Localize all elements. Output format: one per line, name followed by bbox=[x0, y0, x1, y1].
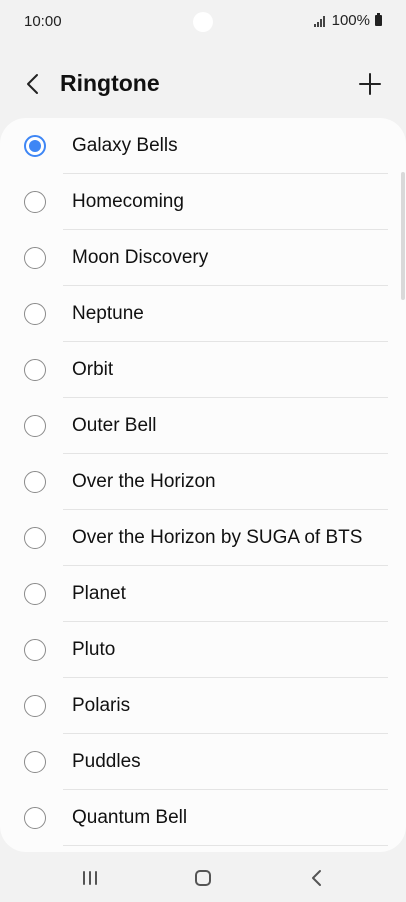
ringtone-label: Polaris bbox=[72, 695, 131, 716]
radio-button[interactable] bbox=[24, 527, 46, 549]
radio-button[interactable] bbox=[24, 303, 46, 325]
recent-apps-icon bbox=[83, 871, 97, 885]
ringtone-list: Galaxy Bells Homecoming Moon Discovery N… bbox=[0, 118, 406, 852]
app-header: Ringtone bbox=[0, 56, 406, 114]
list-item[interactable]: Puddles bbox=[0, 734, 406, 790]
list-item[interactable]: Planet bbox=[0, 566, 406, 622]
page-title: Ringtone bbox=[60, 70, 160, 96]
signal-icon bbox=[313, 15, 328, 27]
list-item[interactable]: Polaris bbox=[0, 678, 406, 734]
battery-icon bbox=[375, 13, 382, 26]
radio-button[interactable] bbox=[24, 191, 46, 213]
back-button[interactable] bbox=[18, 68, 50, 100]
home-icon bbox=[195, 870, 211, 886]
status-bar: 10:00 100% bbox=[0, 0, 406, 44]
ringtone-label: Pluto bbox=[72, 639, 116, 660]
chevron-left-icon bbox=[27, 74, 38, 94]
battery-percent: 100% bbox=[331, 12, 370, 29]
radio-button[interactable] bbox=[24, 415, 46, 437]
radio-button[interactable] bbox=[24, 583, 46, 605]
list-item[interactable]: Orbit bbox=[0, 342, 406, 398]
back-icon bbox=[312, 870, 321, 886]
nav-back-button[interactable] bbox=[299, 862, 335, 894]
home-button[interactable] bbox=[185, 862, 221, 894]
list-item[interactable]: Pluto bbox=[0, 622, 406, 678]
divider bbox=[63, 845, 388, 846]
ringtone-label: Over the Horizon bbox=[72, 471, 216, 492]
scrollbar[interactable] bbox=[401, 172, 405, 300]
radio-button[interactable] bbox=[24, 359, 46, 381]
ringtone-label: Moon Discovery bbox=[72, 247, 209, 268]
radio-button[interactable] bbox=[24, 471, 46, 493]
camera-cutout bbox=[193, 12, 213, 32]
navigation-bar bbox=[0, 852, 406, 902]
ringtone-label: Outer Bell bbox=[72, 415, 157, 436]
radio-button-selected[interactable] bbox=[24, 135, 46, 157]
list-item[interactable]: Neptune bbox=[0, 286, 406, 342]
radio-button[interactable] bbox=[24, 247, 46, 269]
ringtone-label: Quantum Bell bbox=[72, 807, 188, 828]
ringtone-label: Over the Horizon by SUGA of BTS bbox=[72, 527, 363, 548]
list-item[interactable]: Galaxy Bells bbox=[0, 118, 406, 174]
ringtone-label: Puddles bbox=[72, 751, 141, 772]
status-indicators: 100% bbox=[313, 12, 382, 29]
ringtone-label: Orbit bbox=[72, 359, 114, 380]
plus-icon bbox=[359, 73, 381, 95]
ringtone-label: Homecoming bbox=[72, 191, 184, 212]
list-item[interactable]: Moon Discovery bbox=[0, 230, 406, 286]
list-item[interactable]: Homecoming bbox=[0, 174, 406, 230]
radio-button[interactable] bbox=[24, 639, 46, 661]
radio-button[interactable] bbox=[24, 751, 46, 773]
recent-apps-button[interactable] bbox=[72, 862, 108, 894]
list-item[interactable]: Outer Bell bbox=[0, 398, 406, 454]
add-ringtone-button[interactable] bbox=[354, 68, 386, 100]
ringtone-label: Galaxy Bells bbox=[72, 135, 178, 156]
radio-button[interactable] bbox=[24, 695, 46, 717]
list-item[interactable]: Quantum Bell bbox=[0, 790, 406, 846]
ringtone-label: Neptune bbox=[72, 303, 144, 324]
radio-button[interactable] bbox=[24, 807, 46, 829]
list-item[interactable]: Over the Horizon bbox=[0, 454, 406, 510]
status-time: 10:00 bbox=[24, 13, 62, 30]
ringtone-label: Planet bbox=[72, 583, 126, 604]
list-item[interactable]: Over the Horizon by SUGA of BTS bbox=[0, 510, 406, 566]
